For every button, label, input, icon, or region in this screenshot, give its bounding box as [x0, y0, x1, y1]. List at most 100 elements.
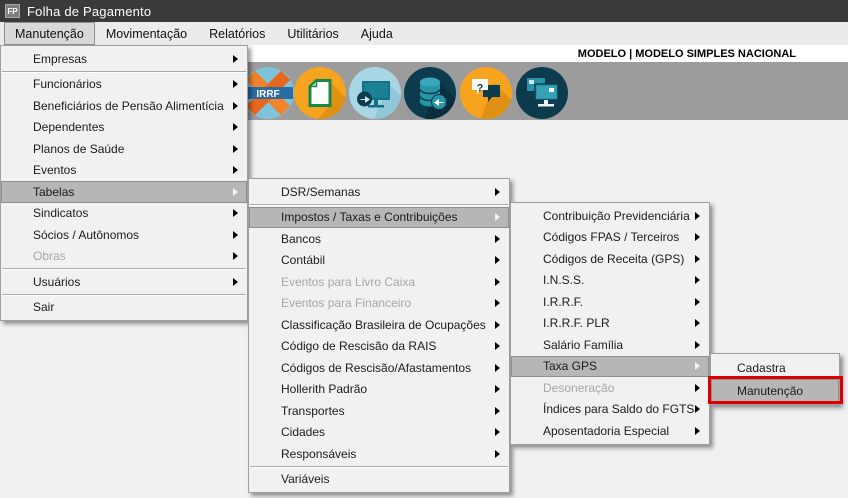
menu-item-label: Códigos de Receita (GPS) [543, 252, 684, 266]
submenu-arrow-icon [495, 278, 500, 286]
submenu-arrow-icon [495, 385, 500, 393]
menu-item-dsr-semanas[interactable]: DSR/Semanas [249, 181, 509, 203]
menu-item-label: I.R.R.F. [543, 295, 583, 309]
menu-item-i-r-r-f-plr[interactable]: I.R.R.F. PLR [511, 313, 709, 335]
menubar-item-manutencao[interactable]: Manutenção [4, 22, 95, 45]
menu-item-label: Sócios / Autônomos [33, 228, 139, 242]
menu-item-label: Código de Rescisão da RAIS [281, 339, 436, 353]
menu-item-responsaveis[interactable]: Responsáveis [249, 443, 509, 465]
menu-item-sindicatos[interactable]: Sindicatos [1, 203, 247, 225]
menu-item-label: Impostos / Taxas e Contribuições [281, 210, 458, 224]
menu-item-salario-familia[interactable]: Salário Família [511, 334, 709, 356]
menu-item-label: Funcionários [33, 77, 102, 91]
menu-item-i-n-s-s[interactable]: I.N.S.S. [511, 270, 709, 292]
menu-item-obras: Obras [1, 246, 247, 268]
menu-item-bancos[interactable]: Bancos [249, 228, 509, 250]
menu-item-impostos-taxas-e-contribuicoes[interactable]: Impostos / Taxas e Contribuições [249, 207, 509, 229]
submenu-arrow-icon [233, 123, 238, 131]
menu-item-variaveis[interactable]: Variáveis [249, 469, 509, 491]
menu-item-empresas[interactable]: Empresas [1, 48, 247, 70]
menu-item-label: I.R.R.F. PLR [543, 316, 610, 330]
menu-item-label: DSR/Semanas [281, 185, 360, 199]
menu-item-taxa-gps[interactable]: Taxa GPS [511, 356, 709, 378]
menu-separator [2, 71, 246, 73]
menubar-item-movimentacao[interactable]: Movimentação [95, 22, 198, 45]
submenu-arrow-icon [233, 231, 238, 239]
menu-item-codigo-de-rescisao-da-rais[interactable]: Código de Rescisão da RAIS [249, 336, 509, 358]
menu-item-label: Manutenção [737, 384, 803, 398]
menu-item-funcionarios[interactable]: Funcionários [1, 74, 247, 96]
submenu-arrow-icon [695, 384, 700, 392]
menu-item-label: Classificação Brasileira de Ocupações [281, 318, 486, 332]
menu-item-label: Planos de Saúde [33, 142, 124, 156]
menu-item-label: I.N.S.S. [543, 273, 584, 287]
menu-item-tabelas[interactable]: Tabelas [1, 181, 247, 203]
menu-item-socios-autonomos[interactable]: Sócios / Autônomos [1, 224, 247, 246]
menu-item-label: Contábil [281, 253, 325, 267]
menu-item-codigos-de-receita-gps[interactable]: Códigos de Receita (GPS) [511, 248, 709, 270]
submenu-arrow-icon [695, 255, 700, 263]
menu-item-hollerith-padrao[interactable]: Hollerith Padrão [249, 379, 509, 401]
submenu-arrow-icon [695, 233, 700, 241]
new-document-icon[interactable] [294, 67, 346, 119]
impostos-submenu: Contribuição Previdenciária Códigos FPAS … [510, 202, 710, 445]
menu-item-codigos-fpas-terceiros[interactable]: Códigos FPAS / Terceiros [511, 227, 709, 249]
irrf-icon-text: IRRF [256, 89, 279, 100]
submenu-arrow-icon [233, 102, 238, 110]
menu-item-contabil[interactable]: Contábil [249, 250, 509, 272]
menu-item-eventos-para-financeiro: Eventos para Financeiro [249, 293, 509, 315]
menu-item-label: Beneficiários de Pensão Alimentícia [33, 99, 224, 113]
menu-item-contribuicao-previdenciaria[interactable]: Contribuição Previdenciária [511, 205, 709, 227]
submenu-arrow-icon [695, 212, 700, 220]
menu-item-label: Variáveis [281, 472, 329, 486]
menubar-item-relatorios[interactable]: Relatórios [198, 22, 276, 45]
submenu-arrow-icon [495, 364, 500, 372]
menu-item-label: Salário Família [543, 338, 623, 352]
menu-item-i-r-r-f[interactable]: I.R.R.F. [511, 291, 709, 313]
submenu-arrow-icon [495, 235, 500, 243]
submenu-arrow-icon [233, 252, 238, 260]
menu-item-aposentadoria-especial[interactable]: Aposentadoria Especial [511, 420, 709, 442]
database-restore-icon[interactable] [404, 67, 456, 119]
submenu-arrow-icon [233, 80, 238, 88]
send-to-screen-icon[interactable] [349, 67, 401, 119]
menubar: Manutenção Movimentação Relatórios Utili… [0, 22, 848, 45]
submenu-arrow-icon [695, 298, 700, 306]
menu-item-label: Eventos [33, 163, 76, 177]
submenu-arrow-icon [695, 362, 700, 370]
submenu-arrow-icon [495, 299, 500, 307]
menu-item-indices-para-saldo-do-fgts[interactable]: Índices para Saldo do FGTS [511, 399, 709, 421]
submenu-arrow-icon [233, 209, 238, 217]
menu-item-planos-de-saude[interactable]: Planos de Saúde [1, 138, 247, 160]
menu-item-beneficiarios-de-pensao-alimenticia[interactable]: Beneficiários de Pensão Alimentícia [1, 95, 247, 117]
menu-separator [250, 466, 508, 468]
menu-item-label: Usuários [33, 275, 80, 289]
menu-item-eventos[interactable]: Eventos [1, 160, 247, 182]
menu-item-manutencao[interactable]: Manutenção [711, 379, 839, 402]
remote-computers-icon[interactable] [516, 67, 568, 119]
menu-separator [2, 268, 246, 270]
menu-item-classificacao-brasileira-de-ocupacoes[interactable]: Classificação Brasileira de Ocupações [249, 314, 509, 336]
menubar-item-utilitarios[interactable]: Utilitários [276, 22, 349, 45]
menu-item-cidades[interactable]: Cidades [249, 422, 509, 444]
submenu-arrow-icon [695, 427, 700, 435]
menu-item-label: Códigos FPAS / Terceiros [543, 230, 679, 244]
submenu-arrow-icon [695, 341, 700, 349]
menubar-item-ajuda[interactable]: Ajuda [350, 22, 404, 45]
menu-item-label: Sair [33, 300, 54, 314]
menu-item-desoneracao: Desoneração [511, 377, 709, 399]
menu-item-label: Bancos [281, 232, 321, 246]
app-icon[interactable]: FP [5, 4, 20, 18]
help-chat-icon[interactable]: ? [460, 67, 512, 119]
menu-item-transportes[interactable]: Transportes [249, 400, 509, 422]
menu-item-dependentes[interactable]: Dependentes [1, 117, 247, 139]
menu-item-sair[interactable]: Sair [1, 297, 247, 319]
menu-item-label: Empresas [33, 52, 87, 66]
menu-item-label: Cadastra [737, 361, 786, 375]
menu-item-cadastra[interactable]: Cadastra [711, 356, 839, 379]
help-icon-text: ? [477, 82, 484, 94]
menu-item-usuarios[interactable]: Usuários [1, 271, 247, 293]
menu-separator [250, 204, 508, 206]
irrf-icon[interactable]: IRRF [242, 67, 294, 119]
menu-item-codigos-de-rescisao-afastamentos[interactable]: Códigos de Rescisão/Afastamentos [249, 357, 509, 379]
